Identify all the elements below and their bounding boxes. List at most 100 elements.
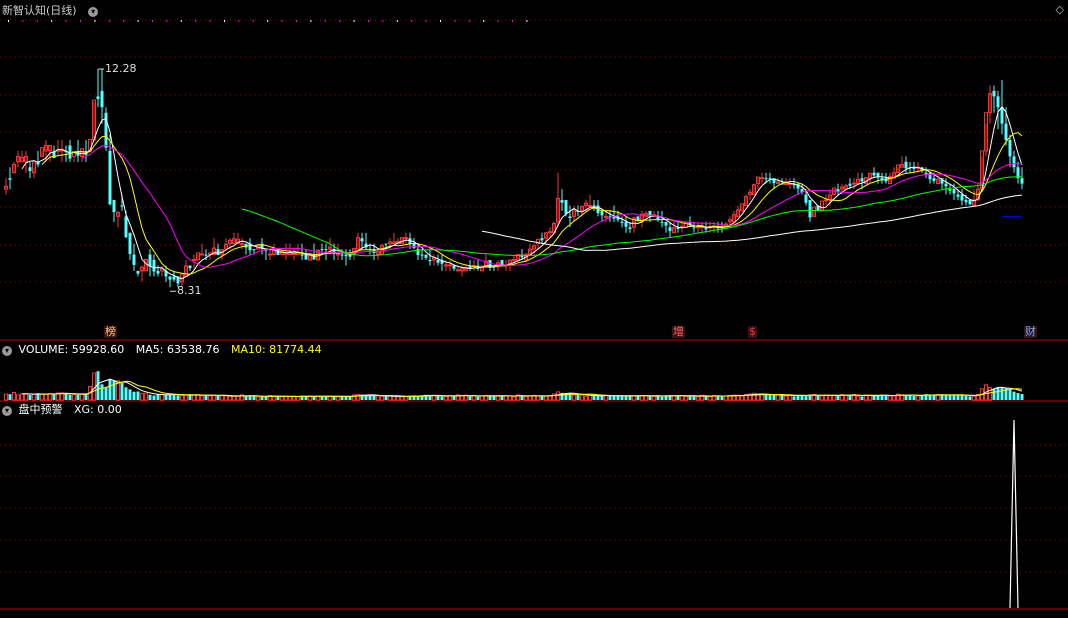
candle-body <box>436 260 440 263</box>
volume-ma5-label: MA5: 63538.76 <box>135 343 220 356</box>
candle-body <box>860 178 864 182</box>
volume-bar <box>4 393 8 401</box>
candle-body <box>624 221 628 227</box>
volume-bar <box>224 395 228 401</box>
volume-bar <box>468 396 472 400</box>
volume-bar <box>660 396 664 400</box>
event-marker[interactable]: 榜 <box>104 326 117 338</box>
volume-bar <box>652 396 656 401</box>
volume-bar <box>24 393 28 401</box>
volume-bar <box>956 395 960 400</box>
volume-toggle-icon[interactable]: ▾ <box>2 346 12 356</box>
volume-bar <box>496 395 500 401</box>
volume-bar <box>888 395 892 401</box>
candle-body <box>96 96 100 100</box>
candle-body <box>156 270 160 274</box>
panel-options-icon[interactable]: ◇ <box>1056 3 1064 16</box>
ma120-label: MA120: 9.00 <box>408 4 479 17</box>
volume-bar <box>228 395 232 401</box>
candle-body <box>1008 140 1012 157</box>
volume-bar <box>604 394 608 401</box>
indicator-toggle-icon[interactable]: ▾ <box>88 7 99 17</box>
dot-marker <box>152 20 153 22</box>
volume-bar <box>400 396 404 401</box>
volume-bar <box>792 396 796 400</box>
volume-bar <box>44 393 48 401</box>
volume-bar <box>720 396 724 400</box>
dot-marker <box>324 20 326 22</box>
candle-body <box>964 200 968 203</box>
volume-bar <box>1008 389 1012 400</box>
volume-bar <box>596 395 600 400</box>
volume-bar <box>528 395 532 401</box>
volume-bar <box>140 392 144 401</box>
candle-body <box>664 221 668 226</box>
candle-body <box>360 238 364 242</box>
candle-body <box>876 172 880 177</box>
ma60-label: MA60: 9.21 <box>334 4 397 17</box>
volume-bar <box>904 395 908 400</box>
candle-body <box>268 253 272 256</box>
volume-bar <box>572 394 576 401</box>
event-marker[interactable]: 财 <box>1024 326 1037 338</box>
volume-bar <box>136 391 140 400</box>
volume-bar <box>620 395 624 400</box>
candle-body <box>152 260 156 272</box>
volume-bar <box>764 394 768 400</box>
dot-marker <box>512 20 513 22</box>
grid-lines <box>0 19 1068 610</box>
event-marker[interactable]: $ <box>748 326 757 338</box>
chart-canvas <box>0 19 1068 610</box>
alert-toggle-icon[interactable]: ▾ <box>2 406 12 416</box>
ma10-label: MA10: 10.26 <box>178 4 249 17</box>
alert-signal-line <box>1009 419 1019 609</box>
volume-bar <box>724 395 728 401</box>
candle-body <box>28 167 32 172</box>
volume-bar <box>544 395 548 401</box>
volume-bar <box>948 394 952 400</box>
event-marker[interactable]: 增 <box>672 326 685 338</box>
volume-bar <box>1016 393 1020 400</box>
dot-marker <box>526 20 528 22</box>
candle-body <box>304 254 308 260</box>
volume-bar <box>632 395 636 401</box>
volume-bar <box>336 396 340 401</box>
dot-marker <box>209 20 211 22</box>
candle-body <box>312 254 316 260</box>
candle-body <box>112 200 116 212</box>
dot-marker <box>36 20 38 22</box>
candle-body <box>628 227 632 229</box>
candle-body <box>588 204 592 207</box>
volume-bar <box>444 396 448 401</box>
candle-body <box>1012 156 1016 168</box>
dot-marker <box>281 20 283 22</box>
candle-body <box>1004 123 1008 140</box>
volume-bar <box>260 396 264 400</box>
candle-body <box>992 90 996 97</box>
candle-body <box>904 161 908 169</box>
dot-marker <box>396 20 398 22</box>
volume-bar <box>788 394 792 401</box>
dot-marker <box>425 20 427 22</box>
candle-body <box>136 270 140 274</box>
volume-bar <box>1020 394 1024 400</box>
candle-body <box>344 254 348 257</box>
volume-bar <box>80 393 84 401</box>
volume-bar <box>216 395 220 400</box>
ma120-line <box>481 194 1023 251</box>
volume-bar <box>612 396 616 400</box>
volume-bar <box>76 394 80 400</box>
dot-marker <box>382 20 384 22</box>
volume-bar <box>280 396 284 401</box>
volume-bar <box>512 396 516 401</box>
candle-body <box>568 216 572 218</box>
volume-bar <box>508 395 512 401</box>
volume-bar <box>168 394 172 400</box>
candle-body <box>420 254 424 256</box>
candle-body <box>188 265 192 269</box>
volume-bar <box>644 395 648 401</box>
dot-marker <box>296 20 297 22</box>
candle-body <box>404 237 408 240</box>
candle-body <box>824 199 828 202</box>
volume-bar <box>40 394 44 401</box>
